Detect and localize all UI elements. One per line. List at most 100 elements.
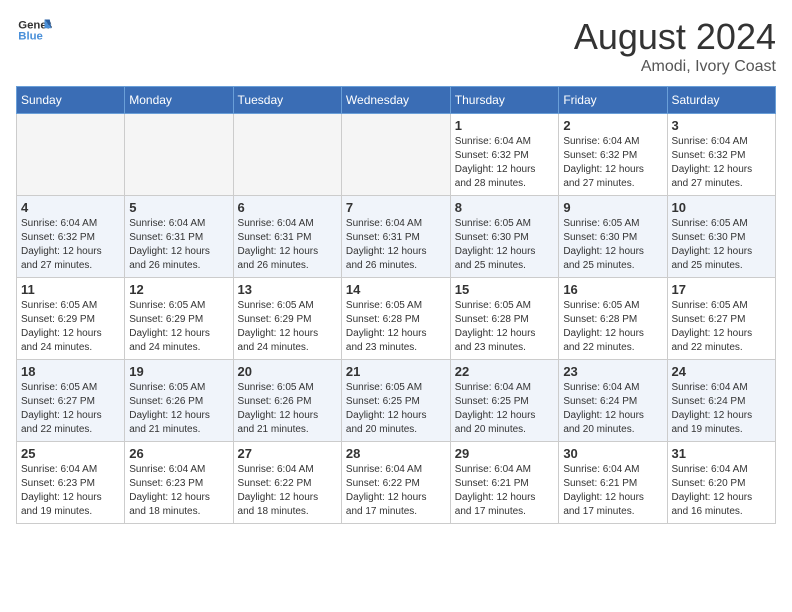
weekday-header-sunday: Sunday — [17, 87, 125, 114]
calendar-day-cell: 3 Sunrise: 6:04 AM Sunset: 6:32 PM Daylig… — [667, 114, 776, 196]
calendar-day-cell: 20 Sunrise: 6:05 AM Sunset: 6:26 PM Dayli… — [233, 360, 341, 442]
calendar-table: SundayMondayTuesdayWednesdayThursdayFrid… — [16, 86, 776, 524]
day-info: Sunrise: 6:05 AM Sunset: 6:30 PM Dayligh… — [672, 217, 772, 273]
calendar-day-cell: 24 Sunrise: 6:04 AM Sunset: 6:24 PM Dayli… — [667, 360, 776, 442]
day-info: Sunrise: 6:04 AM Sunset: 6:24 PM Dayligh… — [672, 381, 772, 437]
calendar-day-cell: 22 Sunrise: 6:04 AM Sunset: 6:25 PM Dayli… — [450, 360, 559, 442]
day-number: 11 — [21, 282, 120, 297]
day-info: Sunrise: 6:04 AM Sunset: 6:32 PM Dayligh… — [563, 135, 662, 191]
day-info: Sunrise: 6:04 AM Sunset: 6:31 PM Dayligh… — [129, 217, 228, 273]
day-number: 3 — [672, 118, 772, 133]
calendar-day-cell: 28Sunrise: 6:04 AM Sunset: 6:22 PM Dayli… — [341, 442, 450, 524]
calendar-day-cell: 15Sunrise: 6:05 AM Sunset: 6:28 PM Dayli… — [450, 278, 559, 360]
day-number: 1 — [455, 118, 555, 133]
calendar-day-cell: 31 Sunrise: 6:04 AM Sunset: 6:20 PM Dayli… — [667, 442, 776, 524]
weekday-header-saturday: Saturday — [667, 87, 776, 114]
day-info: Sunrise: 6:05 AM Sunset: 6:29 PM Dayligh… — [238, 299, 337, 355]
calendar-day-cell: 13 Sunrise: 6:05 AM Sunset: 6:29 PM Dayli… — [233, 278, 341, 360]
day-number: 19 — [129, 364, 228, 379]
calendar-day-cell: 11 Sunrise: 6:05 AM Sunset: 6:29 PM Dayli… — [17, 278, 125, 360]
day-info: Sunrise: 6:04 AM Sunset: 6:23 PM Dayligh… — [21, 463, 120, 519]
calendar-day-cell: 6 Sunrise: 6:04 AM Sunset: 6:31 PM Daylig… — [233, 196, 341, 278]
day-info: Sunrise: 6:04 AM Sunset: 6:32 PM Dayligh… — [21, 217, 120, 273]
weekday-header-friday: Friday — [559, 87, 667, 114]
weekday-header-row: SundayMondayTuesdayWednesdayThursdayFrid… — [17, 87, 776, 114]
title-block: August 2024 Amodi, Ivory Coast — [574, 16, 776, 76]
day-info: Sunrise: 6:04 AM Sunset: 6:23 PM Dayligh… — [129, 463, 228, 519]
calendar-day-cell: 29Sunrise: 6:04 AM Sunset: 6:21 PM Dayli… — [450, 442, 559, 524]
calendar-week-row: 18 Sunrise: 6:05 AM Sunset: 6:27 PM Dayli… — [17, 360, 776, 442]
weekday-header-tuesday: Tuesday — [233, 87, 341, 114]
day-info: Sunrise: 6:05 AM Sunset: 6:30 PM Dayligh… — [563, 217, 662, 273]
calendar-day-cell — [341, 114, 450, 196]
calendar-day-cell: 5 Sunrise: 6:04 AM Sunset: 6:31 PM Daylig… — [125, 196, 233, 278]
location-subtitle: Amodi, Ivory Coast — [574, 58, 776, 76]
calendar-day-cell — [233, 114, 341, 196]
day-number: 22 — [455, 364, 555, 379]
day-number: 29 — [455, 446, 555, 461]
day-number: 24 — [672, 364, 772, 379]
calendar-day-cell: 1 Sunrise: 6:04 AM Sunset: 6:32 PM Daylig… — [450, 114, 559, 196]
calendar-day-cell: 9 Sunrise: 6:05 AM Sunset: 6:30 PM Daylig… — [559, 196, 667, 278]
day-info: Sunrise: 6:04 AM Sunset: 6:31 PM Dayligh… — [346, 217, 446, 273]
weekday-header-wednesday: Wednesday — [341, 87, 450, 114]
calendar-day-cell: 4 Sunrise: 6:04 AM Sunset: 6:32 PM Daylig… — [17, 196, 125, 278]
day-number: 2 — [563, 118, 662, 133]
day-info: Sunrise: 6:04 AM Sunset: 6:32 PM Dayligh… — [672, 135, 772, 191]
day-number: 31 — [672, 446, 772, 461]
day-info: Sunrise: 6:04 AM Sunset: 6:32 PM Dayligh… — [455, 135, 555, 191]
day-info: Sunrise: 6:05 AM Sunset: 6:26 PM Dayligh… — [238, 381, 337, 437]
day-number: 18 — [21, 364, 120, 379]
day-number: 8 — [455, 200, 555, 215]
day-info: Sunrise: 6:04 AM Sunset: 6:22 PM Dayligh… — [346, 463, 446, 519]
calendar-day-cell: 25Sunrise: 6:04 AM Sunset: 6:23 PM Dayli… — [17, 442, 125, 524]
calendar-day-cell — [125, 114, 233, 196]
day-info: Sunrise: 6:05 AM Sunset: 6:26 PM Dayligh… — [129, 381, 228, 437]
day-info: Sunrise: 6:05 AM Sunset: 6:27 PM Dayligh… — [672, 299, 772, 355]
day-number: 10 — [672, 200, 772, 215]
day-info: Sunrise: 6:05 AM Sunset: 6:29 PM Dayligh… — [21, 299, 120, 355]
day-info: Sunrise: 6:04 AM Sunset: 6:31 PM Dayligh… — [238, 217, 337, 273]
day-info: Sunrise: 6:05 AM Sunset: 6:29 PM Dayligh… — [129, 299, 228, 355]
calendar-day-cell: 2 Sunrise: 6:04 AM Sunset: 6:32 PM Daylig… — [559, 114, 667, 196]
day-info: Sunrise: 6:05 AM Sunset: 6:27 PM Dayligh… — [21, 381, 120, 437]
day-number: 30 — [563, 446, 662, 461]
day-number: 4 — [21, 200, 120, 215]
day-number: 27 — [238, 446, 337, 461]
calendar-day-cell: 21Sunrise: 6:05 AM Sunset: 6:25 PM Dayli… — [341, 360, 450, 442]
day-number: 12 — [129, 282, 228, 297]
day-info: Sunrise: 6:05 AM Sunset: 6:28 PM Dayligh… — [346, 299, 446, 355]
calendar-day-cell: 8 Sunrise: 6:05 AM Sunset: 6:30 PM Daylig… — [450, 196, 559, 278]
day-info: Sunrise: 6:05 AM Sunset: 6:28 PM Dayligh… — [455, 299, 555, 355]
day-info: Sunrise: 6:04 AM Sunset: 6:20 PM Dayligh… — [672, 463, 772, 519]
day-number: 16 — [563, 282, 662, 297]
logo: General Blue — [16, 16, 52, 44]
calendar-week-row: 1 Sunrise: 6:04 AM Sunset: 6:32 PM Daylig… — [17, 114, 776, 196]
calendar-week-row: 25Sunrise: 6:04 AM Sunset: 6:23 PM Dayli… — [17, 442, 776, 524]
page-header: General Blue August 2024 Amodi, Ivory Co… — [16, 16, 776, 76]
day-number: 23 — [563, 364, 662, 379]
day-number: 5 — [129, 200, 228, 215]
day-info: Sunrise: 6:04 AM Sunset: 6:22 PM Dayligh… — [238, 463, 337, 519]
month-year-title: August 2024 — [574, 16, 776, 58]
weekday-header-thursday: Thursday — [450, 87, 559, 114]
calendar-week-row: 11 Sunrise: 6:05 AM Sunset: 6:29 PM Dayli… — [17, 278, 776, 360]
day-number: 21 — [346, 364, 446, 379]
logo-icon: General Blue — [16, 16, 52, 44]
calendar-day-cell: 26 Sunrise: 6:04 AM Sunset: 6:23 PM Dayli… — [125, 442, 233, 524]
day-number: 20 — [238, 364, 337, 379]
day-info: Sunrise: 6:05 AM Sunset: 6:30 PM Dayligh… — [455, 217, 555, 273]
day-number: 26 — [129, 446, 228, 461]
calendar-day-cell: 30 Sunrise: 6:04 AM Sunset: 6:21 PM Dayli… — [559, 442, 667, 524]
calendar-week-row: 4 Sunrise: 6:04 AM Sunset: 6:32 PM Daylig… — [17, 196, 776, 278]
day-number: 13 — [238, 282, 337, 297]
calendar-day-cell: 23Sunrise: 6:04 AM Sunset: 6:24 PM Dayli… — [559, 360, 667, 442]
day-info: Sunrise: 6:04 AM Sunset: 6:21 PM Dayligh… — [563, 463, 662, 519]
day-number: 6 — [238, 200, 337, 215]
day-number: 9 — [563, 200, 662, 215]
calendar-day-cell: 7Sunrise: 6:04 AM Sunset: 6:31 PM Daylig… — [341, 196, 450, 278]
calendar-day-cell: 10 Sunrise: 6:05 AM Sunset: 6:30 PM Dayli… — [667, 196, 776, 278]
day-info: Sunrise: 6:04 AM Sunset: 6:25 PM Dayligh… — [455, 381, 555, 437]
calendar-day-cell: 27 Sunrise: 6:04 AM Sunset: 6:22 PM Dayli… — [233, 442, 341, 524]
day-number: 17 — [672, 282, 772, 297]
